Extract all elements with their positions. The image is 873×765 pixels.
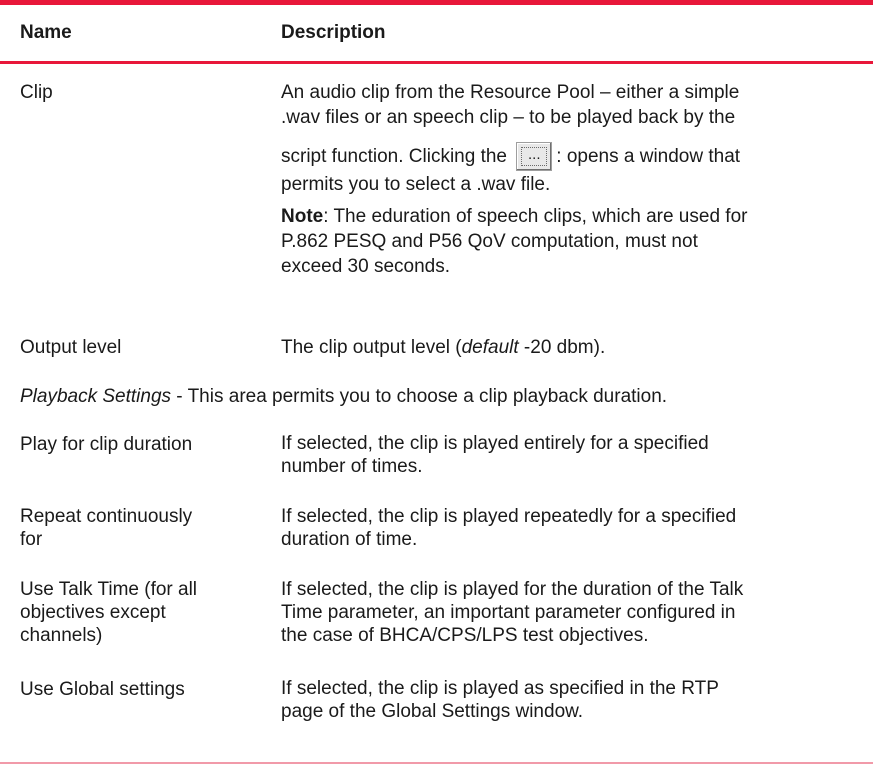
row-output-level-description: The clip output level (default -20 dbm). bbox=[281, 335, 856, 360]
talk-name-line: Use Talk Time (for all bbox=[20, 579, 198, 600]
row-global-name: Use Global settings bbox=[20, 679, 185, 700]
playback-settings-text: - This area permits you to choose a clip… bbox=[171, 386, 668, 407]
row-play-for-clip-description: If selected, the clip is played entirely… bbox=[281, 432, 856, 478]
note-text: P.862 PESQ and P56 QoV computation, must… bbox=[281, 231, 698, 252]
header-rule bbox=[0, 61, 873, 64]
browse-button-image: ... bbox=[516, 142, 553, 172]
row-talk-time-description: If selected, the clip is played for the … bbox=[281, 578, 856, 647]
repeat-name-line: Repeat continuously bbox=[20, 506, 193, 527]
clip-desc-line: script function. Clicking the bbox=[281, 146, 507, 167]
row-global-description: If selected, the clip is played as speci… bbox=[281, 677, 856, 723]
clip-desc-button-line: script function. Clicking the ... : opens… bbox=[281, 142, 856, 172]
repeat-name-line: for bbox=[20, 529, 43, 550]
row-output-level-name: Output level bbox=[20, 337, 122, 358]
table-top-rule bbox=[0, 0, 873, 5]
clip-note: Note: The eduration of speech clips, whi… bbox=[281, 204, 856, 279]
repeat-desc-line: If selected, the clip is played repeated… bbox=[281, 506, 737, 527]
row-clip-description: An audio clip from the Resource Pool – e… bbox=[281, 80, 856, 279]
talk-name-line: objectives except bbox=[20, 602, 166, 623]
header-name: Name bbox=[20, 22, 72, 43]
clip-desc-line: An audio clip from the Resource Pool – e… bbox=[281, 82, 740, 103]
output-desc-text: -20 dbm). bbox=[518, 337, 606, 358]
clip-desc-line: : opens a window that bbox=[556, 146, 741, 167]
global-desc-line: page of the Global Settings window. bbox=[281, 701, 584, 722]
row-repeat-name: Repeat continuously for bbox=[20, 505, 270, 551]
talk-desc-line: If selected, the clip is played for the … bbox=[281, 579, 744, 600]
play-desc-line: If selected, the clip is played entirely… bbox=[281, 433, 709, 454]
clip-desc-line: .wav files or an speech clip – to be pla… bbox=[281, 107, 736, 128]
repeat-desc-line: duration of time. bbox=[281, 529, 418, 550]
row-clip-name: Clip bbox=[20, 82, 53, 103]
global-desc-line: If selected, the clip is played as speci… bbox=[281, 678, 719, 699]
output-desc-emphasis: default bbox=[461, 337, 519, 358]
table-bottom-rule bbox=[0, 762, 873, 764]
note-label: Note bbox=[281, 206, 324, 227]
note-text: : The eduration of speech clips, which a… bbox=[323, 206, 748, 227]
playback-settings-section: Playback Settings - This area permits yo… bbox=[20, 384, 870, 409]
talk-desc-line: Time parameter, an important parameter c… bbox=[281, 602, 736, 623]
talk-desc-line: the case of BHCA/CPS/LPS test objectives… bbox=[281, 625, 649, 646]
row-repeat-description: If selected, the clip is played repeated… bbox=[281, 505, 856, 551]
header-description: Description bbox=[281, 22, 386, 43]
playback-settings-label: Playback Settings bbox=[20, 386, 172, 407]
row-talk-time-name: Use Talk Time (for all objectives except… bbox=[20, 578, 270, 647]
clip-desc-line: permits you to select a .wav file. bbox=[281, 174, 551, 195]
ellipsis-icon: ... bbox=[521, 147, 548, 167]
output-desc-text: The clip output level ( bbox=[281, 337, 462, 358]
talk-name-line: channels) bbox=[20, 625, 103, 646]
row-play-for-clip-name: Play for clip duration bbox=[20, 434, 193, 455]
note-text: exceed 30 seconds. bbox=[281, 256, 451, 277]
play-desc-line: number of times. bbox=[281, 456, 423, 477]
